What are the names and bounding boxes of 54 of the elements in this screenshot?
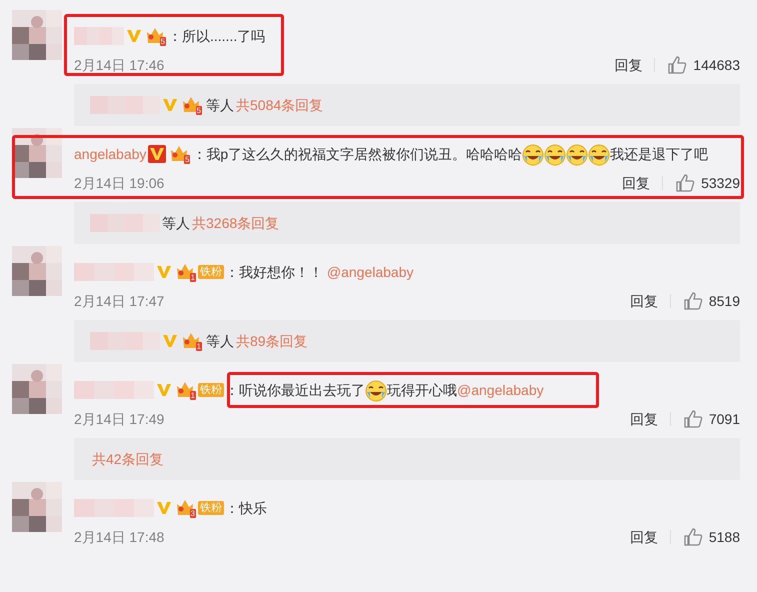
- fan-badge: 铁粉: [198, 383, 224, 397]
- thumbs-up-icon[interactable]: [675, 173, 696, 193]
- reply-count-link[interactable]: 共5084条回复: [236, 94, 324, 116]
- like-count: 8519: [708, 292, 740, 310]
- reply-link[interactable]: 回复: [630, 290, 658, 312]
- timestamp: 2月14日 17:48: [74, 528, 164, 546]
- thumbs-up-icon[interactable]: [682, 409, 703, 429]
- mention-link[interactable]: @angelababy: [326, 264, 414, 280]
- timestamp: 2月14日 17:46: [74, 56, 164, 74]
- blurred-name: [74, 27, 124, 45]
- thumbs-up-icon[interactable]: [682, 291, 703, 311]
- comment-text: ：我好想你！！ @angelababy: [225, 263, 414, 282]
- author-link[interactable]: angelababy: [74, 140, 146, 168]
- laughing-emoji-icon: [544, 144, 566, 166]
- summary-text: 等人: [206, 96, 234, 114]
- reply-link[interactable]: 回复: [630, 408, 658, 430]
- like-count: 53329: [701, 174, 740, 192]
- reply-count-link[interactable]: 共89条回复: [236, 330, 308, 352]
- blurred-name: [90, 214, 160, 232]
- fan-level-number: 5: [184, 155, 190, 164]
- like-count: 5188: [708, 528, 740, 546]
- timestamp: 2月14日 19:06: [74, 174, 164, 192]
- fan-badge: 铁粉: [198, 265, 224, 279]
- laughing-emoji-icon: [522, 144, 544, 166]
- fan-level-number: 5: [196, 106, 202, 115]
- reply-link[interactable]: 回复: [614, 54, 642, 76]
- comment-text: ：听说你最近出去玩了 玩得开心哦@angelababy: [225, 376, 544, 404]
- laughing-emoji-icon: [588, 144, 610, 166]
- like-count: 144683: [693, 56, 740, 74]
- fan-badge: 铁粉: [198, 501, 224, 515]
- reply-count-link[interactable]: 共42条回复: [92, 448, 164, 470]
- fan-level-number: 1: [196, 342, 202, 351]
- reply-link[interactable]: 回复: [622, 172, 650, 194]
- comment-text: ：快乐: [225, 499, 267, 518]
- reply-link[interactable]: 回复: [630, 526, 658, 548]
- timestamp: 2月14日 17:47: [74, 292, 164, 310]
- laughing-emoji-icon: [365, 380, 387, 402]
- fan-level-number: 5: [160, 37, 166, 46]
- fan-level-number: 1: [190, 391, 196, 400]
- summary-text: 等人: [206, 332, 234, 350]
- like-count: 7091: [708, 410, 740, 428]
- mention-link[interactable]: @angelababy: [457, 382, 544, 398]
- timestamp: 2月14日 17:49: [74, 410, 164, 428]
- thumbs-up-icon[interactable]: [682, 527, 703, 547]
- blurred-name: [90, 332, 160, 350]
- comment-text: ：所以.......了吗: [168, 27, 266, 46]
- reply-count-link[interactable]: 共3268条回复: [192, 212, 280, 234]
- fan-level-number: 1: [190, 273, 196, 282]
- fan-level-number: 3: [190, 509, 196, 518]
- blurred-name: [90, 96, 160, 114]
- comment-text: ：我p了这么久的祝福文字居然被你们说丑。哈哈哈哈 我还是退下了吧: [192, 140, 708, 168]
- thumbs-up-icon[interactable]: [667, 55, 688, 75]
- laughing-emoji-icon: [566, 144, 588, 166]
- summary-text: 等人: [162, 214, 190, 232]
